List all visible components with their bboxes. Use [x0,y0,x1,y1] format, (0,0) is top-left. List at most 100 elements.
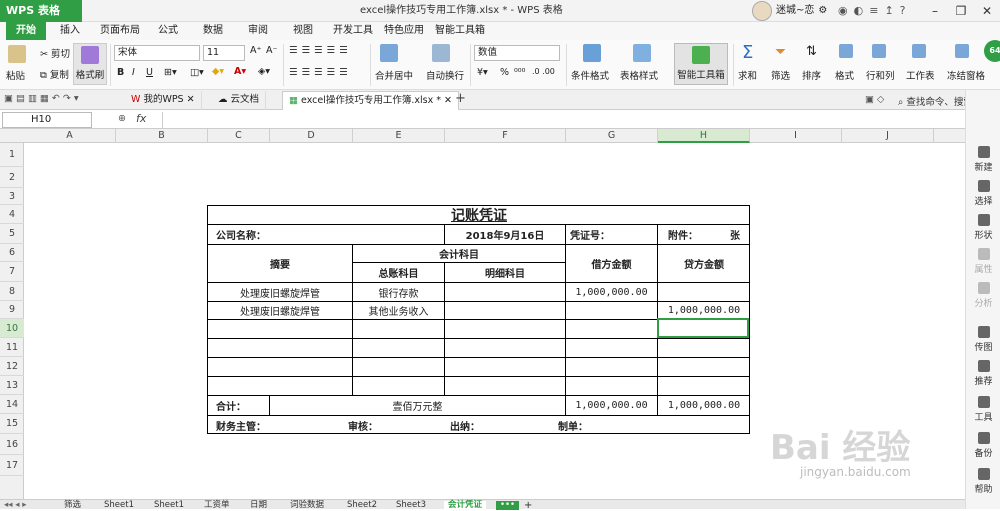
font-size-up-icon[interactable]: A⁺ [250,45,262,56]
sidebar-analysis[interactable]: 分析 [966,282,1000,309]
worksheet-label[interactable]: 工作表 [906,68,935,82]
header-debit[interactable]: 借方金额 [566,245,658,283]
entry-summary[interactable] [208,339,353,358]
tab-cloud-docs[interactable]: ☁ 云文档 [212,91,267,110]
quick-access-icons[interactable]: ▣▤▥▦↶↷▾ [4,93,82,104]
avatar[interactable] [752,1,772,21]
row-header[interactable]: 4 [0,205,24,224]
entry-detail[interactable] [445,320,566,339]
entry-credit[interactable] [658,358,750,377]
entry-general[interactable]: 其他业务收入 [353,302,445,320]
format-painter-button[interactable]: 格式刷 [73,43,107,85]
name-box[interactable]: H10 [2,112,92,128]
font-name-select[interactable]: 宋体 [114,45,200,61]
sum-label[interactable]: 求和 [738,68,757,82]
merge-button[interactable] [380,44,398,65]
header-credit[interactable]: 贷方金额 [658,245,750,283]
entry-debit[interactable] [566,377,658,396]
font-size-select[interactable]: 11 [203,45,245,61]
entry-summary[interactable] [208,320,353,339]
italic-button[interactable]: I [132,67,135,78]
voucher-no-label[interactable]: 凭证号： [566,225,658,245]
entry-credit[interactable] [658,283,750,302]
column-header[interactable]: B [116,129,208,143]
user-area[interactable]: 迷城~恋 ⚙ [752,0,827,22]
app-logo[interactable]: WPS 表格 [0,0,82,22]
active-cell-h10[interactable] [657,318,749,338]
tab-page-layout[interactable]: 页面布局 [100,22,140,40]
row-header[interactable]: 5 [0,224,24,244]
merge-label[interactable]: 合并居中 [375,68,413,82]
column-header-selected[interactable]: H [658,129,750,143]
row-header[interactable]: 15 [0,414,24,434]
sidebar-recommend[interactable]: 推荐 [966,360,1000,387]
format-button[interactable] [839,44,853,61]
entry-general[interactable] [353,377,445,396]
clear-format-icon[interactable]: ◈▾ [258,66,270,77]
sort-icon[interactable]: ⇅ [806,44,817,59]
freeze-button[interactable] [955,44,969,61]
tab-workbook[interactable]: ▦ excel操作技巧专用工作簿.xlsx * ✕ [282,91,459,110]
font-size-down-icon[interactable]: A⁻ [266,45,278,56]
entry-credit[interactable] [658,377,750,396]
skin-icon[interactable]: ◐ [854,0,864,22]
score-badge[interactable]: 64 [984,40,1000,62]
smart-toolbox-button[interactable]: 智能工具箱 [674,43,728,85]
comma-icon[interactable]: ⁰⁰⁰ [514,67,525,78]
fx-icon[interactable]: fx [136,112,146,125]
sidebar-shape[interactable]: 形状 [966,214,1000,241]
sidebar-new[interactable]: 新建 [966,146,1000,173]
decimal-icons[interactable]: .0 .00 [532,67,555,76]
header-detail-account[interactable]: 明细科目 [445,263,566,283]
row-header[interactable]: 12 [0,357,24,376]
entry-detail[interactable] [445,283,566,302]
tab-data[interactable]: 数据 [203,22,223,40]
header-summary[interactable]: 摘要 [208,245,353,283]
right-quick-icons[interactable]: ▣ ◇ [865,94,884,105]
column-header[interactable]: J [842,129,934,143]
entry-detail[interactable] [445,377,566,396]
minimize-icon[interactable]: – [922,0,948,22]
column-header[interactable]: G [566,129,658,143]
sidebar-backup[interactable]: 备份 [966,432,1000,459]
entry-debit[interactable] [566,339,658,358]
table-style-label[interactable]: 表格样式 [620,68,658,82]
column-header[interactable]: A [24,129,116,143]
tab-insert[interactable]: 插入 [60,22,80,40]
row-header[interactable]: 7 [0,262,24,282]
freeze-label[interactable]: 冻结窗格 [947,68,985,82]
column-header[interactable]: I [750,129,842,143]
wrap-button[interactable] [432,44,450,65]
entry-debit[interactable] [566,358,658,377]
format-label[interactable]: 格式 [835,68,854,82]
filter-icon[interactable]: ⏷ [775,44,786,60]
entry-general[interactable]: 银行存款 [353,283,445,302]
tab-developer[interactable]: 开发工具 [333,22,373,40]
close-icon[interactable]: ✕ [187,94,195,105]
voucher-title[interactable]: 记账凭证 [208,206,750,225]
paste-button[interactable] [8,45,26,66]
filter-label[interactable]: 筛选 [771,68,790,82]
row-header[interactable]: 9 [0,301,24,319]
tab-review[interactable]: 审阅 [248,22,268,40]
user-name[interactable]: 迷城~恋 [776,0,814,22]
highlight-icon[interactable]: ◆▾ [212,66,224,77]
tab-special[interactable]: 特色应用 [384,22,424,40]
worksheet-button[interactable] [912,44,926,61]
voucher-date[interactable]: 2018年9月16日 [445,225,566,245]
tab-formula[interactable]: 公式 [158,22,178,40]
tab-home[interactable]: 开始 [6,22,46,40]
sort-label[interactable]: 排序 [802,68,821,82]
sidebar-tools[interactable]: 工具 [966,396,1000,423]
row-header[interactable]: 16 [0,434,24,455]
restore-icon[interactable]: ❐ [948,0,974,22]
entry-summary[interactable]: 处理废旧螺旋焊管 [208,283,353,302]
gear-icon[interactable]: ⚙ [818,0,827,22]
help-icon[interactable]: ? [900,0,906,22]
sidebar-select[interactable]: 选择 [966,180,1000,207]
tab-view[interactable]: 视图 [293,22,313,40]
column-header[interactable]: F [445,129,566,143]
underline-button[interactable]: U [146,67,153,78]
entry-debit[interactable] [566,302,658,320]
entry-detail[interactable] [445,339,566,358]
